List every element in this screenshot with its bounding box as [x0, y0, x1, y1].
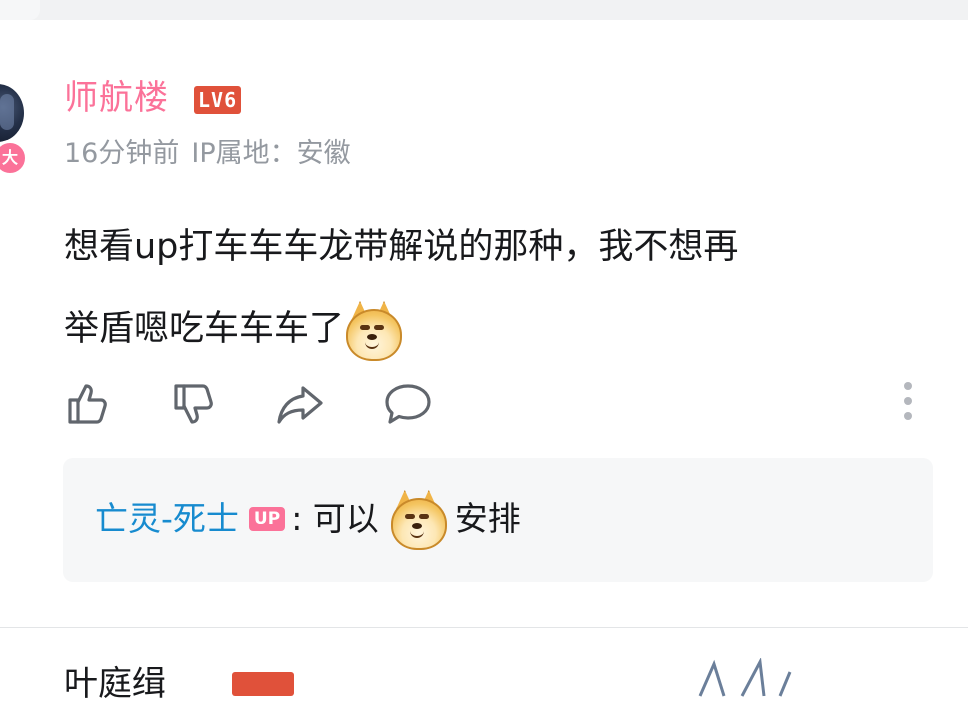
next-comment-username[interactable]: 叶庭缉 — [64, 662, 166, 706]
reply-item: 亡灵-死士 UP : 可以 安排 — [95, 486, 521, 552]
reply-text-before: : 可以 — [291, 499, 379, 538]
more-vertical-icon[interactable] — [896, 382, 920, 426]
comment-ip-location: IP属地：安徽 — [191, 138, 351, 169]
share-icon[interactable] — [272, 376, 328, 432]
decoration-icon — [698, 658, 792, 697]
doge-emoji-icon — [389, 490, 447, 550]
reply-text-after: 安排 — [454, 499, 521, 538]
comment-text-line-2: 举盾嗯吃车车车了 — [64, 288, 944, 370]
next-level-badge — [232, 672, 294, 696]
thumbs-down-icon[interactable] — [166, 376, 222, 432]
comment-time: 16分钟前 — [64, 138, 180, 169]
comment-text-line-1: 想看up打车车车龙带解说的那种，我不想再 — [64, 227, 739, 267]
avatar[interactable] — [0, 84, 24, 142]
vip-badge: 大 — [0, 140, 28, 176]
top-strip — [0, 0, 968, 20]
comment-meta: 16分钟前 IP属地：安徽 — [64, 134, 351, 174]
level-badge: LV6 — [194, 86, 242, 114]
comment-actions — [60, 376, 930, 432]
comment-content: 想看up打车车车龙带解说的那种，我不想再 举盾嗯吃车车车了 — [64, 206, 944, 370]
doge-emoji-icon — [344, 301, 403, 361]
reply-preview[interactable]: 亡灵-死士 UP : 可以 安排 — [63, 458, 933, 582]
divider — [0, 627, 968, 628]
up-tag: UP — [248, 507, 286, 531]
thumbs-up-icon[interactable] — [60, 376, 116, 432]
reply-username[interactable]: 亡灵-死士 — [95, 486, 239, 552]
comment-icon[interactable] — [380, 376, 436, 432]
comment-username[interactable]: 师航楼 — [64, 76, 169, 120]
